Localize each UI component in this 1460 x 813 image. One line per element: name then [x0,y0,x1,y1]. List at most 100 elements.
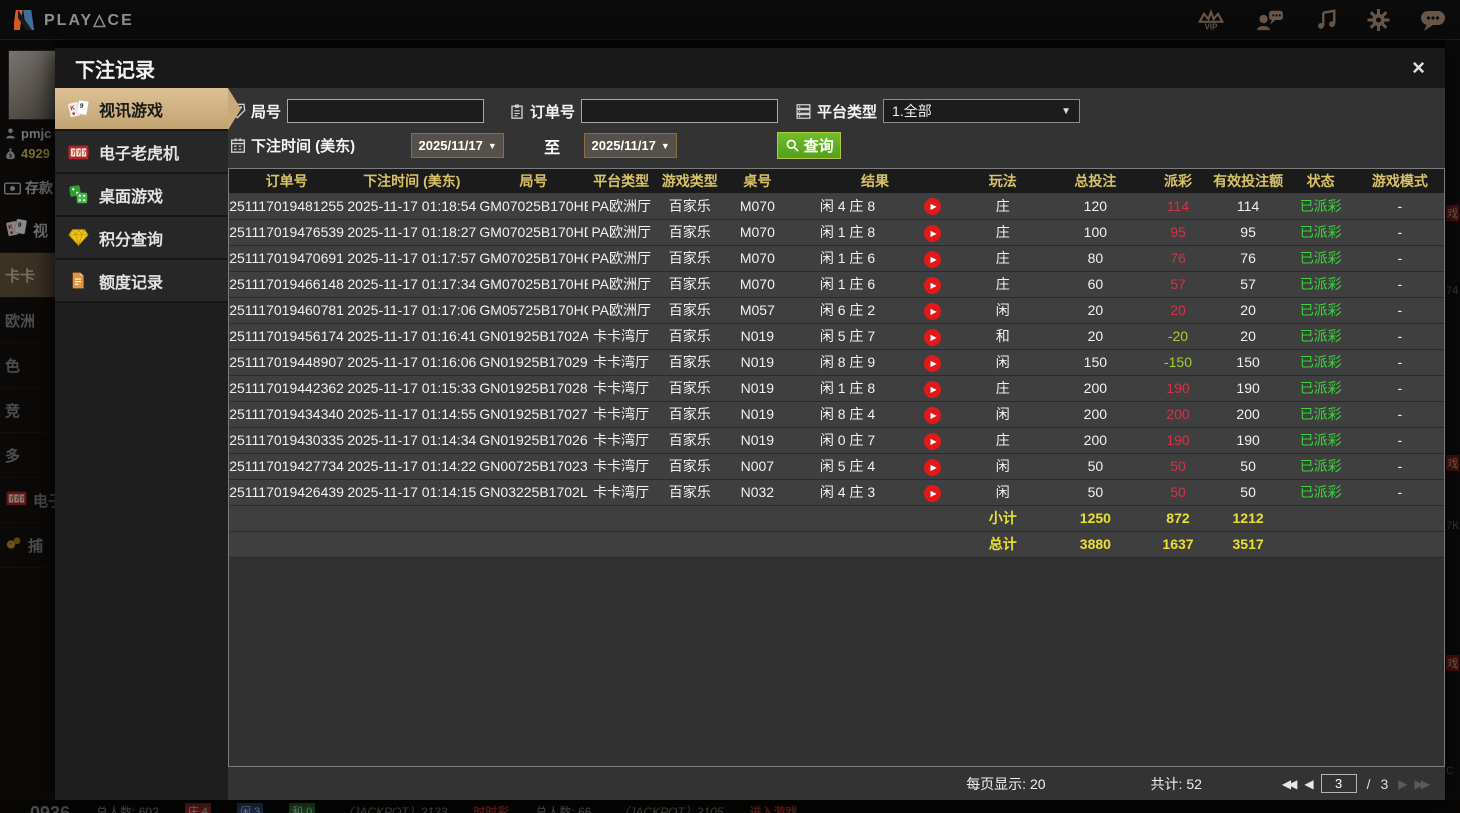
column-header: 平台类型 [587,169,655,193]
method-cell: 庄 [960,193,1046,220]
table-row: 251117019434340 2025-11-17 01:14:55 GN0192… [229,401,1444,428]
valid-bet-cell: 190 [1210,427,1286,454]
sidebar-item[interactable]: 7 7 7 电子老虎机 [55,131,228,174]
last-page-icon[interactable]: ▶▶ [1415,777,1431,791]
summary-label-cell: 总计 [960,531,1046,558]
valid-bet-cell: 20 [1210,323,1286,350]
page-number-input[interactable]: 3 [1320,774,1357,793]
play-icon[interactable]: ▶ [924,354,942,372]
search-icon [785,138,800,153]
sidebar-item[interactable]: 桌面游戏 [55,174,228,217]
vip-icon[interactable]: VIP [1197,8,1225,32]
order-cell: 251117019427734 [229,453,345,480]
round-cell: GM07025B170HB [479,271,588,298]
mode-cell: - [1355,219,1444,246]
to-label: 至 [544,139,561,157]
method-cell: 庄 [960,245,1046,272]
platform-cell: 卡卡湾厅 [587,453,655,480]
next-page-icon[interactable]: ▶ [1398,777,1407,791]
round-label: 局号 [251,103,282,121]
status-cell: 已派彩 [1285,271,1356,298]
chat-icon[interactable] [1420,8,1446,32]
round-input[interactable] [287,99,485,123]
platform-cell: 卡卡湾厅 [587,427,655,454]
bet-cell: 120 [1045,193,1146,220]
summary-valid-cell: 1212 [1210,505,1286,532]
bet-cell: 20 [1045,297,1146,324]
play-icon[interactable]: ▶ [924,380,942,398]
payout-cell: 190 [1145,427,1211,454]
table-no-cell: M070 [724,271,790,298]
date-from-picker[interactable]: 2025/11/17 ▼ [411,133,505,158]
platform-cell: 卡卡湾厅 [587,401,655,428]
game-cell: 百家乐 [654,193,725,220]
play-icon[interactable]: ▶ [924,484,942,502]
search-button[interactable]: 查询 [777,132,842,159]
platform-cell: 卡卡湾厅 [587,323,655,350]
order-cell: 251117019442362 [229,375,345,402]
time-cell: 2025-11-17 01:14:22 [344,453,480,480]
round-cell: GN00725B17023 [479,453,588,480]
platform-cell: 卡卡湾厅 [587,349,655,376]
payout-cell: -20 [1145,323,1211,350]
replay-cell: ▶ [905,401,961,428]
table-row: 251117019456174 2025-11-17 01:16:41 GN0192… [229,323,1444,350]
method-cell: 闲 [960,297,1046,324]
date-to-picker[interactable]: 2025/11/17 ▼ [584,133,678,158]
sidebar-item[interactable]: K ♥ 9 视讯游戏 [55,88,228,131]
blank-cell [1285,531,1444,558]
payout-cell: 190 [1145,375,1211,402]
svg-text:7: 7 [71,150,75,157]
column-header: 局号 [479,169,588,193]
time-cell: 2025-11-17 01:17:34 [344,271,480,298]
bet-cell: 60 [1045,271,1146,298]
status-cell: 已派彩 [1285,349,1356,376]
sidebar-item[interactable]: 积分查询 [55,217,228,260]
play-icon[interactable]: ▶ [924,302,942,320]
mode-cell: - [1355,271,1444,298]
round-cell: GN01925B17027 [479,401,588,428]
column-header: 玩法 [960,169,1046,193]
platform-cell: 卡卡湾厅 [587,375,655,402]
bet-cell: 100 [1045,219,1146,246]
result-cell: 闲 1 庄 6 [789,271,906,298]
clipboard-icon [509,103,525,120]
close-icon[interactable]: × [1412,57,1425,79]
mode-cell: - [1355,193,1444,220]
first-page-icon[interactable]: ◀◀ [1282,777,1298,791]
support-icon[interactable] [1255,8,1285,32]
bet-cell: 200 [1045,401,1146,428]
summary-bet-cell: 1250 [1045,505,1146,532]
replay-cell: ▶ [905,349,961,376]
result-cell: 闲 1 庄 8 [789,375,906,402]
platform-select[interactable]: 1.全部 ▼ [883,99,1081,123]
play-icon[interactable]: ▶ [924,198,942,216]
column-header: 派彩 [1145,169,1211,193]
valid-bet-cell: 57 [1210,271,1286,298]
round-cell: GN01925B17029 [479,349,588,376]
replay-cell: ▶ [905,245,961,272]
result-cell: 闲 1 庄 6 [789,245,906,272]
play-icon[interactable]: ▶ [924,432,942,450]
bet-cell: 200 [1045,375,1146,402]
play-icon[interactable]: ▶ [924,250,942,268]
status-cell: 已派彩 [1285,297,1356,324]
sidebar-item[interactable]: 额度记录 [55,260,228,303]
order-cell: 251117019430335 [229,427,345,454]
modal-body: K ♥ 9 视讯游戏 7 7 7 电子老虎机 桌面游戏 积分查询 额度记录 局号 订单号 平台类型 … [55,88,1445,800]
gear-icon[interactable] [1367,8,1390,32]
filters: 局号 订单号 平台类型 1.全部 ▼ 下注时间 (美东) 2025/11/17 … [228,88,1445,168]
table-no-cell: M070 [724,245,790,272]
status-cell: 已派彩 [1285,375,1356,402]
table-no-cell: N019 [724,349,790,376]
prev-page-icon[interactable]: ◀ [1304,777,1313,791]
play-icon[interactable]: ▶ [924,276,942,294]
play-icon[interactable]: ▶ [924,224,942,242]
blank-cell [229,531,961,558]
play-icon[interactable]: ▶ [924,406,942,424]
play-icon[interactable]: ▶ [924,458,942,476]
play-icon[interactable]: ▶ [924,328,942,346]
order-input[interactable] [581,99,779,123]
sidebar-item-label: 视讯游戏 [99,102,164,120]
music-icon[interactable] [1315,8,1337,32]
